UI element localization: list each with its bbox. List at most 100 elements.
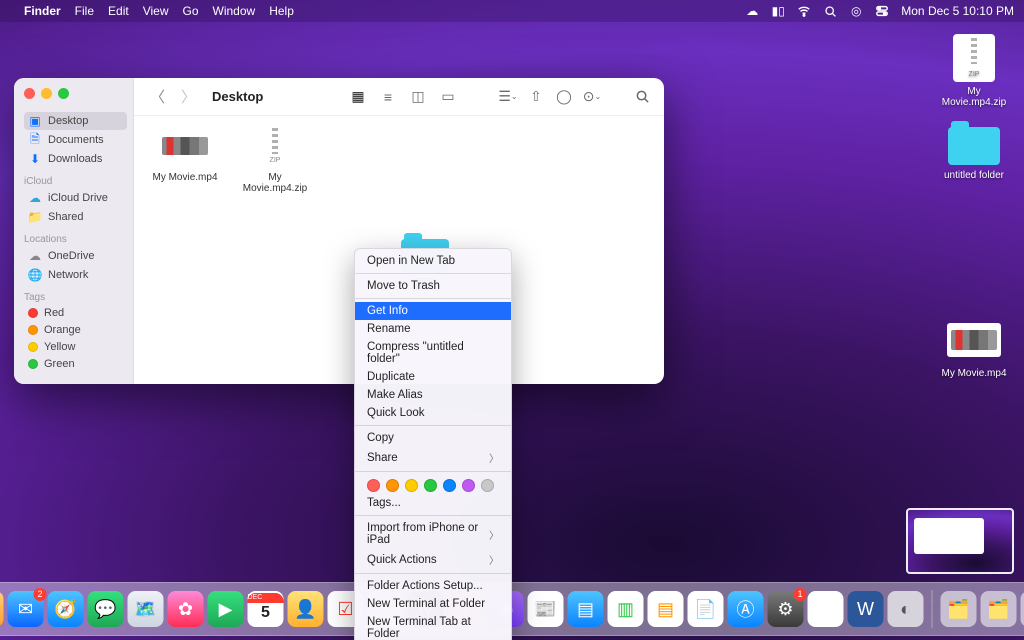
sidebar-item-label: Green xyxy=(44,358,75,370)
icon-view-button[interactable]: ▦ xyxy=(348,87,368,107)
action-button[interactable]: ⊙⌄ xyxy=(582,87,602,107)
dock-app-keynote[interactable]: ▤ xyxy=(648,591,684,627)
ctx-get-info[interactable]: Get Info xyxy=(355,302,511,320)
ctx-import-ios[interactable]: Import from iPhone or iPad〉 xyxy=(355,519,511,549)
ctx-folder-actions[interactable]: Folder Actions Setup... xyxy=(355,577,511,595)
dock-app-word[interactable]: W xyxy=(848,591,884,627)
sidebar-item-icloud-drive[interactable]: ☁︎ iCloud Drive xyxy=(24,189,127,207)
menu-help[interactable]: Help xyxy=(269,4,294,18)
dock-app-chrome[interactable]: ◯ xyxy=(808,591,844,627)
ctx-quick-actions[interactable]: Quick Actions〉 xyxy=(355,549,511,570)
spotlight-icon[interactable] xyxy=(823,4,837,18)
dock-app-photos[interactable]: ✿ xyxy=(168,591,204,627)
zoom-button[interactable] xyxy=(58,88,69,99)
dock-app-safari[interactable]: 🧭 xyxy=(48,591,84,627)
ctx-rename[interactable]: Rename xyxy=(355,320,511,338)
ctx-label: Folder Actions Setup... xyxy=(367,580,483,592)
ctx-duplicate[interactable]: Duplicate xyxy=(355,368,511,386)
dock-app-system-preferences[interactable]: ⚙︎1 xyxy=(768,591,804,627)
list-view-button[interactable]: ≡ xyxy=(378,87,398,107)
app-menu-finder[interactable]: Finder xyxy=(24,4,61,18)
tag-green[interactable] xyxy=(424,479,437,492)
control-center-icon[interactable] xyxy=(875,4,889,18)
sidebar-tag-green[interactable]: Green xyxy=(24,356,127,372)
dock-app-facetime[interactable]: ▶︎ xyxy=(208,591,244,627)
ctx-make-alias[interactable]: Make Alias xyxy=(355,386,511,404)
dock-app-numbers[interactable]: ▥ xyxy=(608,591,644,627)
calendar-month: DEC xyxy=(248,593,284,603)
sidebar-tag-red[interactable]: Red xyxy=(24,305,127,321)
sidebar-tag-orange[interactable]: Orange xyxy=(24,322,127,338)
ctx-new-terminal-tab[interactable]: New Terminal Tab at Folder xyxy=(355,613,511,640)
tags-button[interactable]: ◯ xyxy=(554,87,574,107)
menubar-clock[interactable]: Mon Dec 5 10:10 PM xyxy=(901,4,1014,18)
sidebar-item-label: Shared xyxy=(48,211,83,223)
dock-app-pages[interactable]: 📄 xyxy=(688,591,724,627)
user-icon[interactable]: ◎ xyxy=(849,4,863,18)
battery-icon[interactable]: ▮▯ xyxy=(771,4,785,18)
menu-file[interactable]: File xyxy=(75,4,94,18)
desktop-folder-untitled[interactable]: untitled folder xyxy=(934,118,1014,181)
dock-app-appstore-alt[interactable]: ▤ xyxy=(568,591,604,627)
group-by-button[interactable]: ☰⌄ xyxy=(498,87,518,107)
dock-app-launchpad[interactable]: ▦ xyxy=(0,591,4,627)
sidebar-item-network[interactable]: 🌐 Network xyxy=(24,266,127,284)
ctx-share[interactable]: Share〉 xyxy=(355,447,511,468)
tag-gray[interactable] xyxy=(481,479,494,492)
sidebar-item-desktop[interactable]: ▣ Desktop xyxy=(24,112,127,130)
dock-app-cleanmymac[interactable]: ◐ xyxy=(888,591,924,627)
forward-button[interactable]: 〉 xyxy=(177,86,200,107)
desktop-file-video[interactable]: My Movie.mp4 xyxy=(934,316,1014,379)
tag-red[interactable] xyxy=(367,479,380,492)
tag-purple[interactable] xyxy=(462,479,475,492)
ctx-tags[interactable]: Tags... xyxy=(355,494,511,512)
tag-dot-icon xyxy=(28,325,38,335)
dock-app-calendar[interactable]: DEC 5 xyxy=(248,591,284,627)
ctx-open-new-tab[interactable]: Open in New Tab xyxy=(355,252,511,270)
column-view-button[interactable]: ◫ xyxy=(408,87,428,107)
menu-view[interactable]: View xyxy=(143,4,169,18)
sidebar-item-documents[interactable]: 🗎 Documents xyxy=(24,131,127,149)
file-item-video[interactable]: My Movie.mp4 xyxy=(140,124,230,183)
tag-blue[interactable] xyxy=(443,479,456,492)
ctx-quick-look[interactable]: Quick Look xyxy=(355,404,511,422)
sidebar-item-onedrive[interactable]: ☁︎ OneDrive xyxy=(24,247,127,265)
ctx-compress[interactable]: Compress "untitled folder" xyxy=(355,338,511,368)
dock-app-maps[interactable]: 🗺️ xyxy=(128,591,164,627)
dock-app-contacts[interactable]: 👤 xyxy=(288,591,324,627)
menu-edit[interactable]: Edit xyxy=(108,4,129,18)
minimize-button[interactable] xyxy=(41,88,52,99)
dock-stack-documents[interactable]: 🗂️ xyxy=(1021,591,1024,627)
tag-orange[interactable] xyxy=(386,479,399,492)
ctx-move-to-trash[interactable]: Move to Trash xyxy=(355,277,511,295)
dock-app-messages[interactable]: 💬 xyxy=(88,591,124,627)
ctx-label: New Terminal Tab at Folder xyxy=(367,616,499,640)
sidebar-item-downloads[interactable]: ⬇ Downloads xyxy=(24,150,127,168)
tag-yellow[interactable] xyxy=(405,479,418,492)
search-button[interactable] xyxy=(632,87,652,107)
ctx-tag-row xyxy=(355,475,511,494)
sysprefs-badge: 1 xyxy=(794,588,807,601)
sidebar-tag-yellow[interactable]: Yellow xyxy=(24,339,127,355)
desktop-file-zip[interactable]: ZIP My Movie.mp4.zip xyxy=(934,34,1014,108)
cloud-icon[interactable]: ☁︎ xyxy=(745,4,759,18)
ctx-label: Tags... xyxy=(367,497,401,509)
close-button[interactable] xyxy=(24,88,35,99)
menu-window[interactable]: Window xyxy=(213,4,256,18)
dock-app-mail[interactable]: ✉︎2 xyxy=(8,591,44,627)
dock-stack-recent[interactable]: 🗂️ xyxy=(981,591,1017,627)
ctx-new-terminal[interactable]: New Terminal at Folder xyxy=(355,595,511,613)
file-item-zip[interactable]: ZIP My Movie.mp4.zip xyxy=(230,124,320,194)
ctx-label: Make Alias xyxy=(367,389,423,401)
sidebar-item-shared[interactable]: 📁 Shared xyxy=(24,208,127,226)
wifi-icon[interactable] xyxy=(797,4,811,18)
share-button[interactable]: ⇧ xyxy=(526,87,546,107)
dock-app-appstore[interactable]: Ⓐ xyxy=(728,591,764,627)
dock-stack-downloads[interactable]: 🗂️ xyxy=(941,591,977,627)
back-button[interactable]: 〈 xyxy=(146,86,169,107)
menu-go[interactable]: Go xyxy=(183,4,199,18)
screen-recording-thumbnail[interactable] xyxy=(906,508,1014,574)
ctx-copy[interactable]: Copy xyxy=(355,429,511,447)
dock-app-news[interactable]: 📰 xyxy=(528,591,564,627)
gallery-view-button[interactable]: ▭ xyxy=(438,87,458,107)
